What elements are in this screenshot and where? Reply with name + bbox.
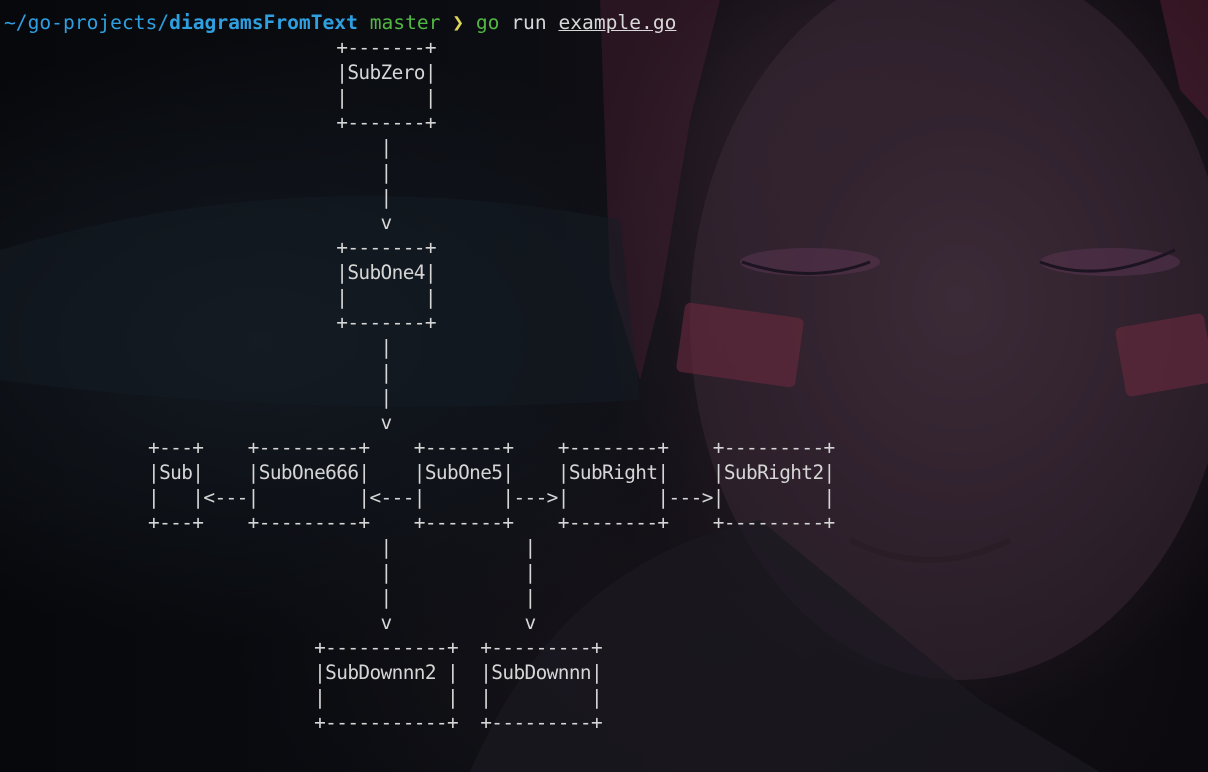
wallpaper-eye-right [1040,248,1180,276]
terminal-window[interactable]: ~/go-projects/diagramsFromText master ❯ … [0,0,1208,772]
command-subcommand: run [511,11,547,34]
prompt-path: ~/go-projects/ [4,11,170,34]
prompt-git-branch: master [369,11,441,34]
prompt-directory: diagramsFromText [169,11,358,34]
command-name: go [475,11,500,34]
ascii-diagram-output: +-------+ |SubZero| | | +-------+ | | | … [148,36,835,734]
command-file-argument[interactable]: example.go [558,11,676,34]
shell-prompt: ~/go-projects/diagramsFromText master ❯ … [4,10,676,35]
prompt-arrow-icon: ❯ [452,11,465,34]
